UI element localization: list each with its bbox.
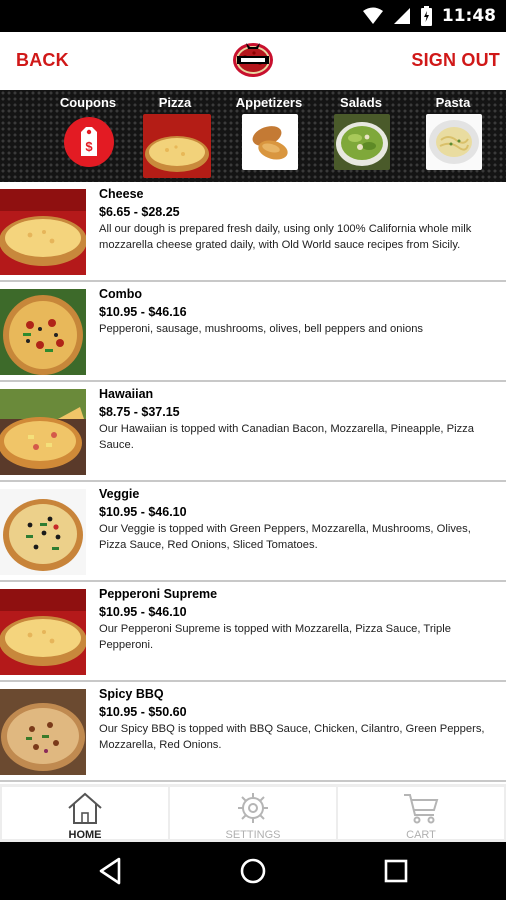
item-image: [0, 389, 86, 475]
item-price: $8.75 - $37.15: [99, 405, 180, 419]
item-image: [0, 589, 86, 675]
item-name: Hawaiian: [99, 387, 154, 401]
tab-cart[interactable]: CART: [338, 787, 504, 841]
item-name: Pepperoni Supreme: [99, 587, 218, 601]
category-appetizers[interactable]: Appetizers: [229, 90, 309, 182]
coupon-tag-icon: $: [61, 114, 117, 170]
system-nav-bar: [0, 842, 506, 900]
category-label: Pasta: [435, 95, 471, 110]
item-price: $6.65 - $28.25: [99, 205, 180, 219]
category-strip: Coupons $ Pizza Appetizers Salads Pasta: [0, 90, 506, 182]
item-price: $10.95 - $46.10: [99, 605, 187, 619]
item-description: All our dough is prepared fresh daily, u…: [99, 223, 472, 251]
item-description: Our Hawaiian is topped with Canadian Bac…: [99, 423, 474, 451]
item-image: [0, 289, 86, 375]
recents-icon[interactable]: [376, 854, 416, 888]
bottom-tab-bar: HOME SETTINGS CART: [0, 784, 506, 842]
category-label: Coupons: [59, 95, 117, 110]
app-header: BACK SIGN OUT: [0, 32, 506, 90]
tab-home[interactable]: HOME: [2, 787, 168, 841]
item-name: Cheese: [99, 187, 144, 201]
sign-out-button[interactable]: SIGN OUT: [411, 50, 500, 71]
item-name: Combo: [99, 287, 143, 301]
status-time: 11:48: [441, 6, 496, 26]
item-price: $10.95 - $46.10: [99, 505, 187, 519]
item-image: [0, 189, 86, 275]
menu-item-veggie[interactable]: Veggie $10.95 - $46.10 Our Veggie is top…: [0, 482, 506, 582]
back-icon[interactable]: [91, 854, 131, 888]
status-bar: 11:48: [0, 0, 506, 32]
svg-text:$: $: [85, 139, 93, 154]
item-description: Our Veggie is topped with Green Peppers,…: [99, 523, 471, 551]
item-name: Veggie: [99, 487, 140, 501]
tab-label: CART: [406, 829, 436, 841]
wifi-icon: [362, 7, 383, 24]
menu-item-combo[interactable]: Combo $10.95 - $46.16 Pepperoni, sausage…: [0, 282, 506, 382]
pizza-image: [143, 114, 211, 178]
cart-icon: [404, 794, 439, 824]
menu-item-pepperoni-supreme[interactable]: Pepperoni Supreme $10.95 - $46.10 Our Pe…: [0, 582, 506, 682]
category-label: Salads: [340, 95, 382, 110]
restaurant-logo: [233, 43, 273, 77]
category-coupons[interactable]: Coupons $: [48, 90, 128, 182]
battery-charging-icon: [420, 6, 432, 26]
back-button[interactable]: BACK: [16, 50, 69, 71]
tab-label: HOME: [68, 829, 102, 841]
home-icon: [68, 792, 102, 824]
pasta-image: [426, 114, 482, 170]
appetizers-image: [242, 114, 298, 170]
menu-item-hawaiian[interactable]: Hawaiian $8.75 - $37.15 Our Hawaiian is …: [0, 382, 506, 482]
category-pasta[interactable]: Pasta: [413, 90, 493, 182]
category-label: Pizza: [158, 95, 192, 110]
item-price: $10.95 - $46.16: [99, 305, 187, 319]
category-pizza[interactable]: Pizza: [135, 90, 215, 182]
item-image: [0, 489, 86, 575]
item-name: Spicy BBQ: [99, 687, 164, 701]
item-image: [0, 689, 86, 775]
menu-item-cheese[interactable]: Cheese $6.65 - $28.25 All our dough is p…: [0, 182, 506, 282]
item-price: $10.95 - $50.60: [99, 705, 187, 719]
status-icons: 11:48: [362, 4, 496, 28]
item-description: Our Pepperoni Supreme is topped with Moz…: [99, 623, 451, 651]
menu-item-spicy-bbq[interactable]: Spicy BBQ $10.95 - $50.60 Our Spicy BBQ …: [0, 682, 506, 782]
gear-icon: [238, 793, 268, 823]
tab-label: SETTINGS: [225, 829, 281, 841]
cell-signal-icon: [393, 8, 410, 24]
home-circle-icon[interactable]: [233, 854, 273, 888]
item-description: Pepperoni, sausage, mushrooms, olives, b…: [99, 323, 424, 335]
item-description: Our Spicy BBQ is topped with BBQ Sauce, …: [99, 723, 485, 751]
category-label: Appetizers: [235, 95, 303, 110]
salad-image: [334, 114, 390, 170]
tab-settings[interactable]: SETTINGS: [170, 787, 336, 841]
category-salads[interactable]: Salads: [321, 90, 401, 182]
menu-list: Cheese $6.65 - $28.25 All our dough is p…: [0, 182, 506, 784]
